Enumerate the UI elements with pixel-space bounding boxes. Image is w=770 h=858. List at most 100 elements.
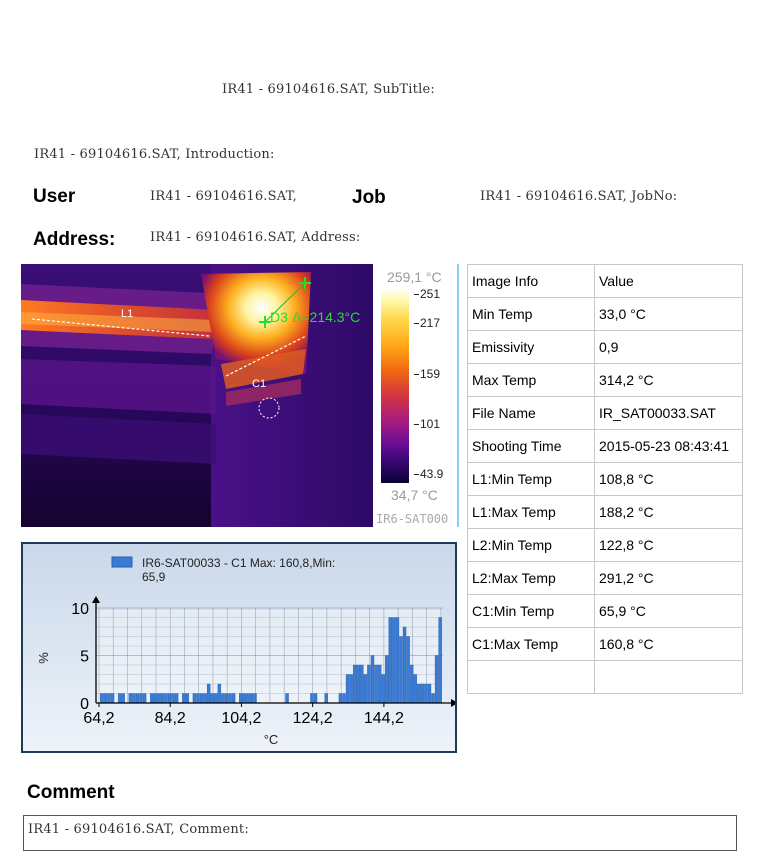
histogram-bar xyxy=(438,617,442,704)
x-axis-label: °C xyxy=(264,732,279,747)
address-value: IR41 - 69104616.SAT, Address: xyxy=(150,230,361,245)
histogram-bar xyxy=(385,655,389,704)
histogram-bar xyxy=(103,693,108,704)
table-row: Shooting Time 2015-05-23 08:43:41 xyxy=(467,429,743,463)
table-cell: 291,2 °C xyxy=(594,561,743,595)
histogram-bar xyxy=(356,664,360,704)
table-cell: 108,8 °C xyxy=(594,462,743,496)
table-cell: Emissivity xyxy=(467,330,595,364)
report-subtitle: IR41 - 69104616.SAT, SubTitle: xyxy=(222,82,435,97)
histogram-bar xyxy=(249,693,254,704)
y-tick-label: 5 xyxy=(80,649,89,666)
histogram-bar xyxy=(431,693,435,704)
scale-bar xyxy=(381,288,409,483)
histogram-bar xyxy=(199,693,204,704)
table-row: Min Temp 33,0 °C xyxy=(467,297,743,331)
thermal-image: L1 C1 D3 Δ=214.3°C xyxy=(21,264,373,527)
table-cell: L1:Min Temp xyxy=(467,462,595,496)
job-value: IR41 - 69104616.SAT, JobNo: xyxy=(480,189,678,204)
histogram-bar xyxy=(153,693,157,704)
scale-tick: 101 xyxy=(420,417,441,431)
histogram-bar xyxy=(121,693,125,704)
histogram-bar xyxy=(228,693,232,704)
table-cell: 314,2 °C xyxy=(594,363,743,397)
histogram-bar xyxy=(427,683,432,704)
legend-swatch xyxy=(111,556,133,568)
histogram-bar xyxy=(171,693,175,704)
histogram-bar xyxy=(413,674,417,704)
histogram-bar xyxy=(206,683,211,704)
table-header-cell: Image Info xyxy=(467,264,595,298)
histogram-bar xyxy=(392,617,396,704)
histogram-bar xyxy=(424,683,428,704)
histogram-bar xyxy=(117,693,122,704)
x-tick-label: 84,2 xyxy=(155,710,186,727)
table-row: C1:Min Temp 65,9 °C xyxy=(467,594,743,628)
table-row: L2:Max Temp 291,2 °C xyxy=(467,561,743,595)
scale-tick: 217 xyxy=(420,316,441,330)
table-cell: 160,8 °C xyxy=(594,627,743,661)
x-tick-label: 144,2 xyxy=(364,710,404,727)
histogram-bar xyxy=(231,693,236,704)
histogram-bar xyxy=(285,693,289,704)
x-tick-label: 64,2 xyxy=(83,710,114,727)
table-cell: 33,0 °C xyxy=(594,297,743,331)
histogram-bar xyxy=(399,636,403,704)
histogram-bar xyxy=(132,693,136,704)
table-cell xyxy=(467,660,595,694)
histogram-bar xyxy=(203,693,207,704)
table-row: C1:Max Temp 160,8 °C xyxy=(467,627,743,661)
comment-box: IR41 - 69104616.SAT, Comment: xyxy=(23,815,737,851)
user-value-overflow: " " xyxy=(150,207,194,213)
image-info-table: Image Info Value Min Temp 33,0 °C Emissiv… xyxy=(467,264,743,694)
histogram-bar xyxy=(157,693,161,704)
y-axis-label: % xyxy=(36,652,51,664)
histogram-bar xyxy=(185,693,190,704)
legend-line-2: 65,9 xyxy=(142,570,166,584)
histogram-bar xyxy=(107,693,111,704)
histogram-bar xyxy=(402,626,407,704)
histogram-bar xyxy=(420,683,425,704)
scale-edge xyxy=(457,264,459,527)
table-row: L2:Min Temp 122,8 °C xyxy=(467,528,743,562)
histogram-bar xyxy=(374,664,378,704)
table-cell: 0,9 xyxy=(594,330,743,364)
histogram-bar xyxy=(239,693,243,704)
histogram-bar xyxy=(349,674,353,704)
table-cell: File Name xyxy=(467,396,595,430)
histogram-bar xyxy=(324,693,328,704)
scale-tick: 159 xyxy=(420,367,441,381)
table-cell: IR_SAT00033.SAT xyxy=(594,396,743,430)
comment-label: Comment xyxy=(27,782,115,803)
histogram-bar xyxy=(367,664,371,704)
histogram-bar xyxy=(363,674,368,704)
table-cell: L2:Max Temp xyxy=(467,561,595,595)
job-label: Job xyxy=(352,187,386,208)
histogram-bar xyxy=(360,664,364,704)
table-row xyxy=(467,660,743,694)
histogram-bar xyxy=(388,617,393,704)
histogram-bar xyxy=(149,693,154,704)
comment-value: IR41 - 69104616.SAT, Comment: xyxy=(28,822,249,837)
histogram-bar xyxy=(217,683,222,704)
histogram-bar xyxy=(242,693,247,704)
report-introduction: IR41 - 69104616.SAT, Introduction: xyxy=(34,147,275,162)
table-cell: 122,8 °C xyxy=(594,528,743,562)
histogram-bar xyxy=(160,693,165,704)
table-header-row: Image Info Value xyxy=(467,264,743,298)
table-cell: 2015-05-23 08:43:41 xyxy=(594,429,743,463)
table-cell xyxy=(594,660,743,694)
scale-tick: 251 xyxy=(420,287,441,301)
table-row: L1:Max Temp 188,2 °C xyxy=(467,495,743,529)
histogram-bar xyxy=(139,693,143,704)
histogram-bar xyxy=(221,693,225,704)
histogram-bar xyxy=(110,693,115,704)
histogram-bar xyxy=(142,693,147,704)
table-cell: Min Temp xyxy=(467,297,595,331)
histogram-bar xyxy=(434,655,439,704)
histogram-chart: IR6-SAT00033 - C1 Max: 160,8,Min: 65,9 0… xyxy=(21,542,458,753)
histogram-bar xyxy=(182,693,186,704)
c1-label: C1 xyxy=(252,378,267,390)
scale-max: 259,1 °C xyxy=(387,269,442,285)
table-cell: C1:Min Temp xyxy=(467,594,595,628)
